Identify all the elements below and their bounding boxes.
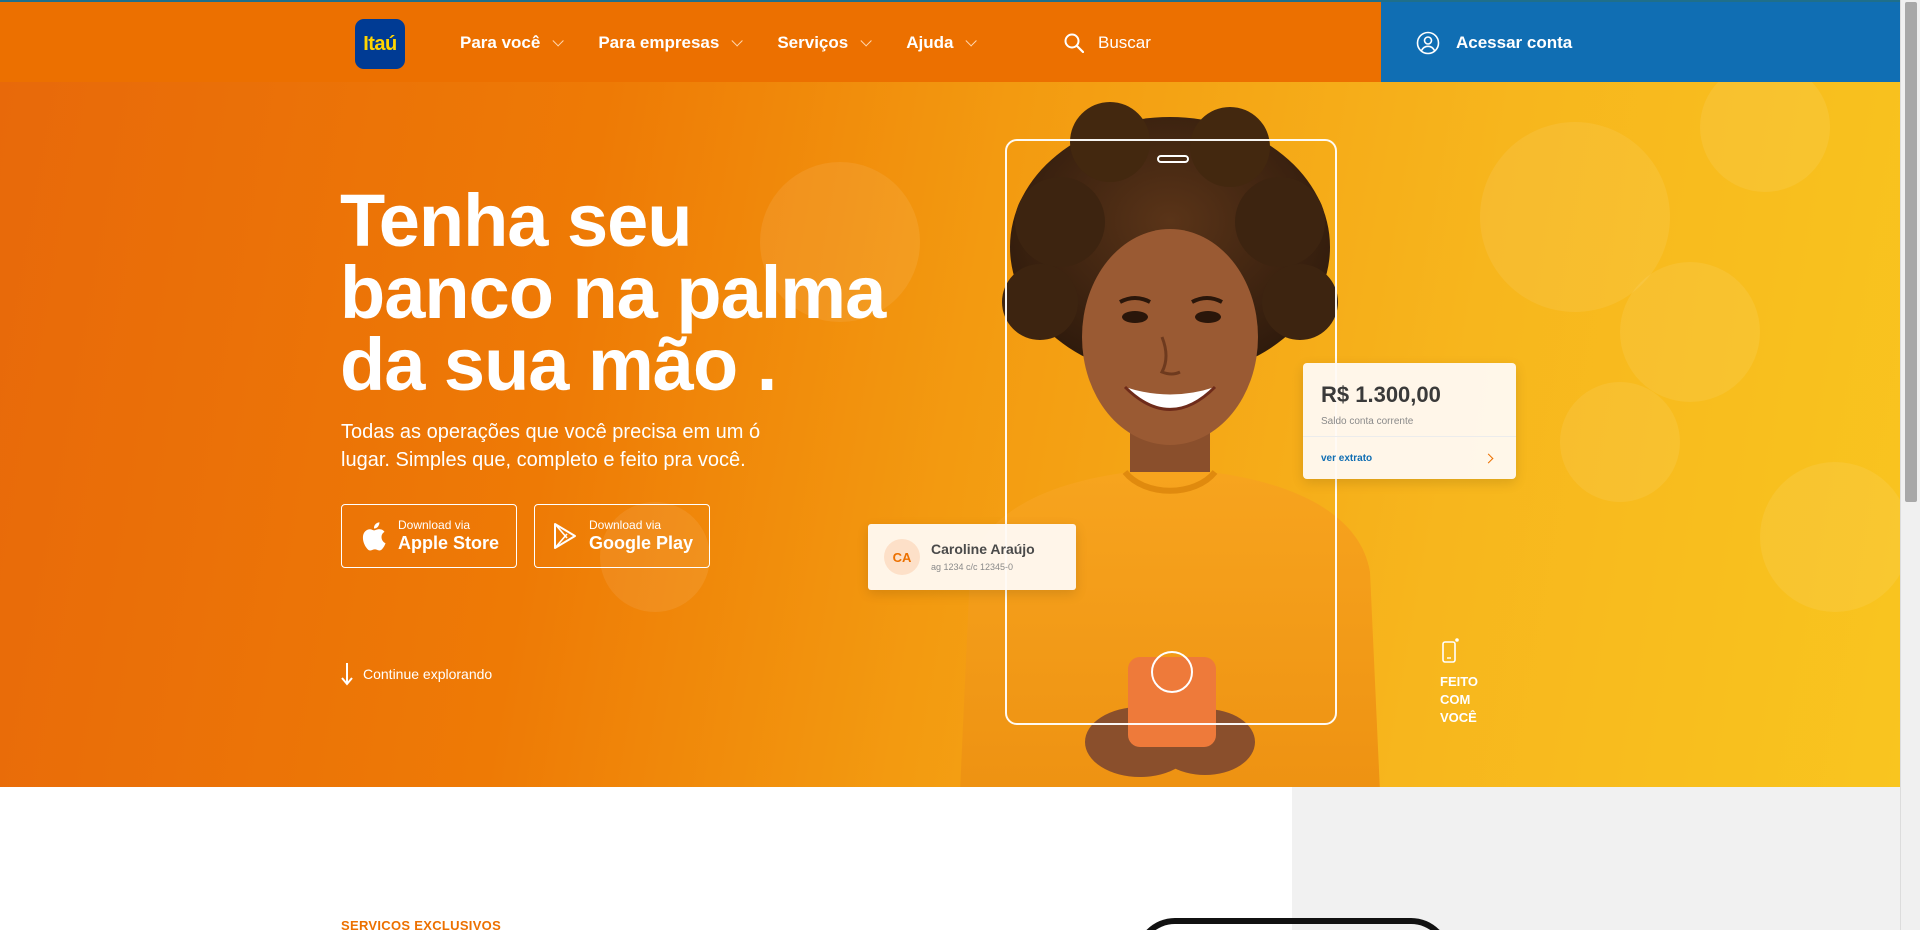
grey-panel	[1135, 787, 1900, 930]
hero-title: Tenha seu banco na palma da sua mão .	[340, 179, 900, 406]
nav-ajuda[interactable]: Ajuda	[906, 33, 978, 53]
phone-outline	[1005, 139, 1337, 725]
user-icon	[1416, 31, 1440, 55]
balance-card: R$ 1.300,00 Saldo conta corrente ver ext…	[1303, 363, 1516, 479]
google-play-icon	[554, 523, 576, 549]
feito-com-voce-badge: FEITO COM VOCÊ	[1440, 637, 1478, 727]
arrow-down-icon	[341, 663, 353, 686]
login-label: Acessar conta	[1456, 33, 1573, 52]
nav-label: Para empresas	[598, 33, 720, 52]
account-card: CA Caroline Araújo ag 1234 c/c 12345-0	[868, 524, 1076, 590]
main-nav: Para você Para empresas Serviços Ajuda	[460, 2, 1011, 84]
phone-touch-icon	[1442, 638, 1459, 663]
scrollbar[interactable]	[1900, 0, 1920, 930]
google-play-small: Download via	[589, 518, 662, 532]
nav-servicos[interactable]: Serviços	[777, 33, 872, 53]
google-play-button[interactable]: Download via Google Play	[534, 504, 710, 568]
apple-store-small: Download via	[398, 518, 471, 532]
itau-logo[interactable]: Itaú	[355, 19, 405, 69]
nav-label: Serviços	[777, 33, 849, 52]
device-illustration	[1135, 918, 1451, 930]
balance-label: Saldo conta corrente	[1321, 416, 1414, 427]
continue-exploring-link[interactable]: Continue explorando	[341, 662, 492, 686]
section-label: SERVIÇOS EXCLUSIVOS	[341, 918, 502, 930]
nav-para-empresas[interactable]: Para empresas	[598, 33, 744, 53]
bokeh-decoration	[1700, 82, 1830, 192]
chevron-right-icon	[1483, 453, 1494, 464]
apple-icon	[362, 522, 386, 551]
apple-store-button[interactable]: Download via Apple Store	[341, 504, 517, 568]
divider	[1303, 436, 1516, 437]
search-icon	[1064, 33, 1084, 53]
logo-text: Itaú	[363, 32, 397, 55]
phone-speaker	[1157, 155, 1189, 163]
hero-subtitle-line: Todas as operações que você precisa em u…	[341, 421, 761, 443]
chevron-down-icon	[731, 35, 744, 47]
search-label: Buscar	[1098, 33, 1151, 52]
view-statement-link[interactable]: ver extrato	[1321, 453, 1372, 464]
balance-amount: R$ 1.300,00	[1321, 382, 1441, 407]
chevron-down-icon	[965, 35, 978, 47]
hero-title-line: banco na palma	[340, 251, 886, 334]
badge-line: COM	[1440, 692, 1471, 707]
chevron-down-icon	[860, 35, 872, 47]
badge-line: FEITO	[1440, 674, 1479, 689]
nav-label: Para você	[460, 33, 541, 52]
nav-para-voce[interactable]: Para você	[460, 33, 565, 53]
page: Itaú Para você Para empresas Serviços Aj…	[0, 0, 1900, 930]
apple-store-big: Apple Store	[398, 533, 500, 553]
login-button[interactable]: Acessar conta	[1381, 2, 1900, 84]
google-play-big: Google Play	[589, 533, 694, 553]
hero-title-line: Tenha seu	[340, 179, 693, 262]
phone-home-button	[1151, 651, 1193, 693]
bokeh-decoration	[1620, 262, 1760, 402]
scrollbar-thumb[interactable]	[1905, 2, 1917, 502]
hero-subtitle: Todas as operações que você precisa em u…	[341, 418, 761, 474]
chevron-down-icon	[552, 35, 565, 47]
bokeh-decoration	[1560, 382, 1680, 502]
search-button[interactable]: Buscar	[1064, 2, 1151, 84]
bokeh-decoration	[1760, 462, 1900, 612]
hero-banner: Tenha seu banco na palma da sua mão . To…	[0, 82, 1900, 787]
explore-label: Continue explorando	[363, 666, 493, 682]
hero-title-line: da sua mão .	[340, 323, 777, 406]
avatar: CA	[884, 539, 920, 575]
hero-subtitle-line: lugar. Simples que, completo e feito pra…	[341, 449, 746, 471]
badge-line: VOCÊ	[1440, 710, 1477, 725]
account-number: ag 1234 c/c 12345-0	[931, 562, 1014, 572]
top-header: Itaú Para você Para empresas Serviços Aj…	[0, 0, 1900, 84]
nav-label: Ajuda	[906, 33, 954, 52]
account-holder-name: Caroline Araújo	[931, 541, 1035, 557]
